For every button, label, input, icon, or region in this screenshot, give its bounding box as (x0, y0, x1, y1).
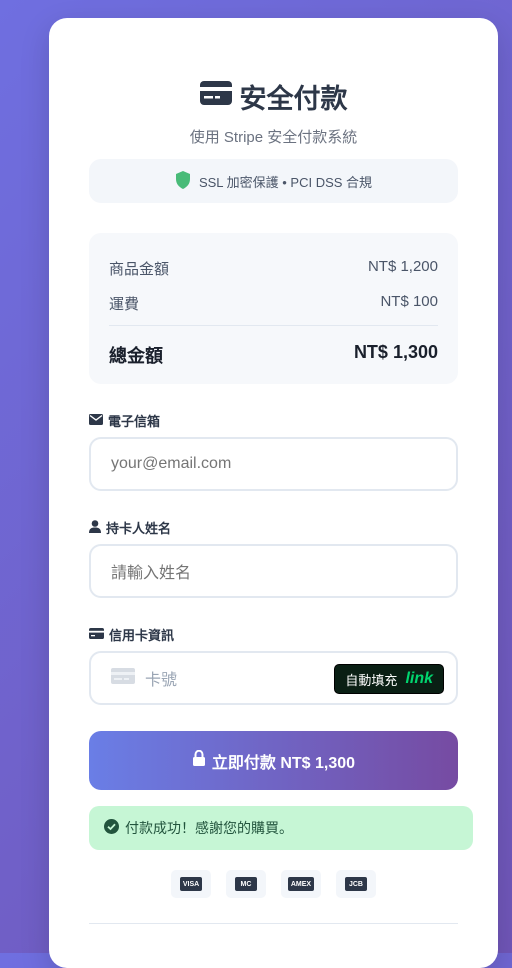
pay-button-label: 立即付款 NT$ 1,300 (211, 754, 356, 772)
total-value: NT$ 1,300 (353, 342, 438, 362)
order-summary: 商品金額 NT$ 1,200 運費 NT$ 100 總金額 NT$ 1,300 (89, 233, 458, 384)
credit-card-icon (199, 80, 232, 112)
jcb-label: JCB (345, 877, 367, 891)
summary-divider (109, 325, 438, 326)
envelope-icon (89, 413, 103, 428)
email-placeholder: your@email.com (111, 455, 232, 472)
email-label: 電子信箱 (89, 411, 160, 430)
security-notice: SSL 加密保護 • PCI DSS 合規 (89, 159, 458, 203)
summary-row-subtotal: 商品金額 NT$ 1,200 (109, 258, 438, 279)
visa-icon: VISA (171, 870, 211, 898)
autofill-label: 自動填充 (345, 672, 398, 688)
summary-row-shipping: 運費 NT$ 100 (109, 293, 438, 314)
subtotal-value: NT$ 1,200 (367, 258, 438, 275)
mastercard-label: MC (235, 877, 257, 891)
card-brands: VISA MC AMEX JCB (49, 870, 498, 898)
name-label: 持卡人姓名 (89, 518, 171, 537)
pay-now-button[interactable]: 立即付款 NT$ 1,300 (89, 731, 458, 790)
title-text: 安全付款 (239, 83, 348, 114)
name-label-text: 持卡人姓名 (106, 521, 172, 536)
link-logo: link (405, 670, 433, 687)
email-label-text: 電子信箱 (108, 414, 161, 429)
check-circle-icon (104, 819, 119, 837)
success-text: 付款成功！感謝您的購買。 (125, 820, 293, 836)
card-number-field[interactable]: 卡號 自動填充 link (89, 651, 458, 705)
summary-row-total: 總金額 NT$ 1,300 (109, 342, 438, 368)
lock-icon (192, 749, 206, 771)
payment-card: 安全付款 使用 Stripe 安全付款系統 SSL 加密保護 • PCI DSS… (49, 18, 498, 968)
shipping-label: 運費 (109, 296, 140, 313)
cardholder-name-field[interactable]: 請輸入姓名 (89, 544, 458, 598)
subtitle: 使用 Stripe 安全付款系統 (189, 129, 358, 146)
credit-card-small-icon (89, 627, 104, 642)
jcb-icon: JCB (336, 870, 376, 898)
footer-divider (89, 923, 458, 924)
visa-label: VISA (179, 877, 203, 891)
card-number-placeholder: 卡號 (145, 672, 178, 689)
user-icon (89, 519, 101, 536)
link-autofill-button[interactable]: 自動填充 link (334, 664, 444, 694)
success-message: 付款成功！感謝您的購買。 (89, 806, 473, 850)
name-placeholder: 請輸入姓名 (111, 565, 192, 582)
subtotal-label: 商品金額 (109, 261, 170, 278)
page-title: 安全付款 (49, 76, 498, 116)
amex-icon: AMEX (281, 870, 321, 898)
email-field[interactable]: your@email.com (89, 437, 458, 491)
mastercard-icon: MC (226, 870, 266, 898)
total-label: 總金額 (109, 346, 163, 366)
shipping-value: NT$ 100 (380, 293, 438, 310)
card-placeholder-icon (111, 667, 135, 689)
card-info-label: 信用卡資訊 (89, 625, 174, 644)
security-text: SSL 加密保護 • PCI DSS 合規 (198, 174, 373, 190)
amex-label: AMEX (287, 877, 315, 891)
card-label-text: 信用卡資訊 (109, 628, 175, 643)
shield-icon (175, 170, 191, 192)
